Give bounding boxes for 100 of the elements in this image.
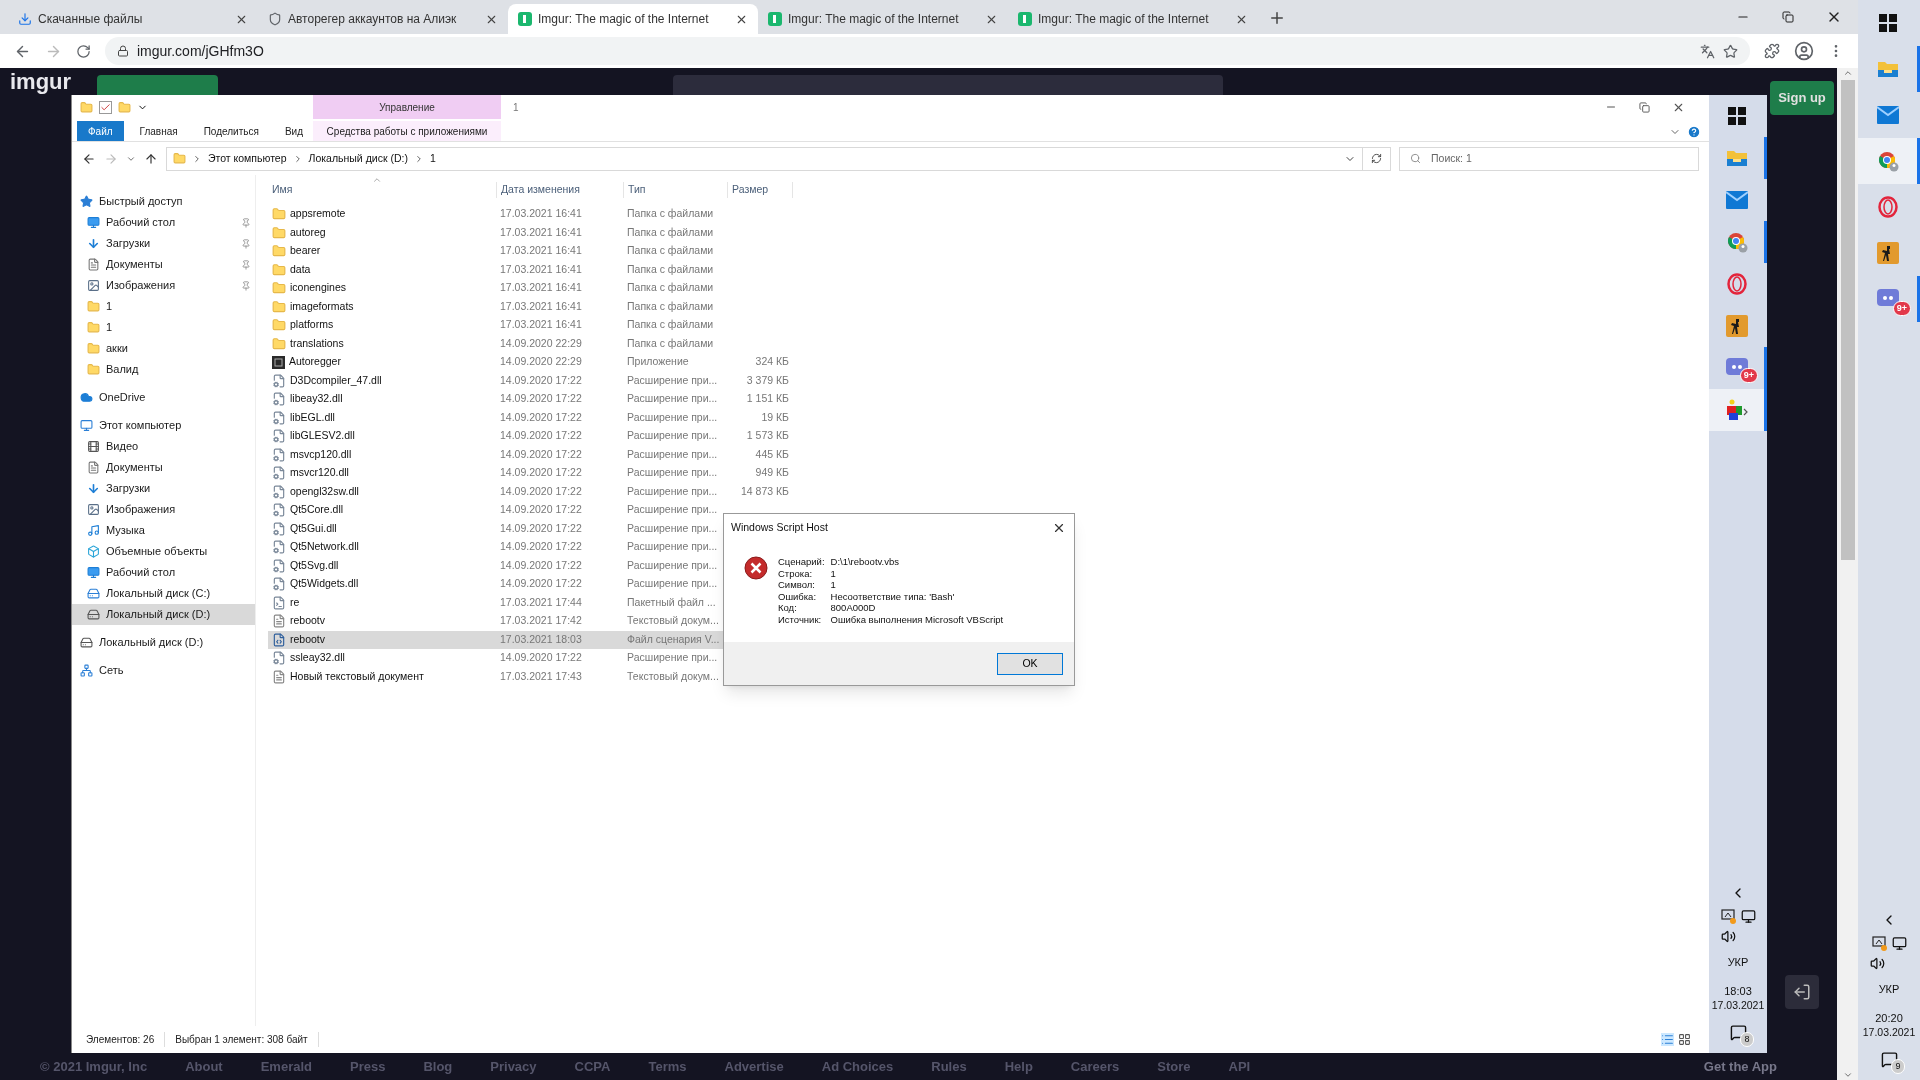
clock-time[interactable]: 20:20 (1875, 1011, 1903, 1025)
scrollbar-thumb[interactable] (1840, 80, 1855, 560)
nav-item[interactable]: Рабочий стол (72, 212, 255, 233)
tiles-view-button[interactable] (1678, 1033, 1691, 1046)
restore-button[interactable] (1639, 101, 1650, 113)
file-row[interactable]: Qt5Core.dll 14.09.2020 17:22 Расширение при... (268, 501, 723, 520)
nav-item[interactable]: 1 (72, 317, 255, 338)
sign-up-button[interactable]: Sign up (1770, 81, 1834, 115)
ok-button[interactable]: OK (997, 652, 1063, 675)
network-warning-icon[interactable] (1871, 935, 1888, 951)
file-row[interactable]: translations 14.09.2020 22:29 Папка с файлами (268, 334, 723, 353)
scroll-up-icon[interactable] (1842, 68, 1853, 78)
column-header[interactable]: Дата изменения (496, 182, 623, 198)
language-indicator[interactable]: УКР (1727, 953, 1749, 970)
nav-item[interactable]: Валид (72, 359, 255, 380)
translate-icon[interactable] (1700, 43, 1715, 59)
nav-item[interactable]: Видео (72, 436, 255, 457)
extensions-icon[interactable] (1764, 43, 1780, 59)
file-row[interactable]: rebootv 17.03.2021 17:42 Текстовый докум... (268, 612, 723, 631)
exit-button[interactable] (1785, 975, 1819, 1009)
file-row[interactable]: iconengines 17.03.2021 16:41 Папка с файлами (268, 279, 723, 298)
reload-button[interactable] (76, 43, 91, 59)
column-header[interactable]: Тип (623, 182, 727, 198)
file-row[interactable]: msvcp120.dll 14.09.2020 17:22 Расширение при... (268, 445, 723, 464)
get-app-link[interactable]: Get the App (1703, 1056, 1777, 1077)
browser-tab[interactable]: Imgur: The magic of the Internet (508, 4, 758, 34)
bookmark-star-icon[interactable] (1723, 43, 1738, 59)
nav-item[interactable]: Изображения (72, 275, 255, 296)
help-icon[interactable] (1687, 125, 1701, 139)
nav-item[interactable]: Документы (72, 457, 255, 478)
clock-date[interactable]: 17.03.2021 (1862, 1025, 1916, 1039)
search-field[interactable] (673, 75, 1224, 95)
ribbon-tab[interactable]: Поделиться (193, 121, 269, 141)
file-row[interactable]: Qt5Network.dll 14.09.2020 17:22 Расширение при... (268, 538, 723, 557)
browser-tab[interactable]: Авторегер аккаунтов на Алиэк (258, 4, 508, 34)
monitor-icon[interactable] (1891, 935, 1907, 951)
breadcrumb-item[interactable]: Этот компьютер (208, 150, 287, 167)
new-tab-button[interactable] (1268, 9, 1286, 27)
file-row[interactable]: Qt5Widgets.dll 14.09.2020 17:22 Расширение при... (268, 575, 723, 594)
clock-date[interactable]: 17.03.2021 (1711, 998, 1765, 1012)
nav-item[interactable]: Изображения (72, 499, 255, 520)
nav-item[interactable]: Локальный диск (D:) (72, 604, 255, 625)
scrollbar[interactable] (1837, 68, 1858, 1080)
nav-item[interactable]: Сеть (72, 660, 255, 681)
nav-item[interactable]: Документы (72, 254, 255, 275)
nav-item[interactable]: Рабочий стол (72, 562, 255, 583)
network-warning-icon[interactable] (1720, 908, 1737, 924)
refresh-button[interactable] (1363, 146, 1391, 171)
ribbon-tab[interactable]: Вид (274, 121, 313, 141)
properties-icon[interactable] (99, 100, 112, 114)
ribbon-tab[interactable]: Средства работы с приложениями (313, 121, 501, 141)
file-row[interactable]: data 17.03.2021 16:41 Папка с файлами (268, 260, 723, 279)
nav-item[interactable]: 1 (72, 296, 255, 317)
volume-icon[interactable] (1721, 928, 1736, 944)
address-bar[interactable]: Этот компьютер Локальный диск (D:) 1 (166, 146, 1363, 171)
file-row[interactable]: platforms 17.03.2021 16:41 Папка с файлами (268, 316, 723, 335)
nav-item[interactable]: Локальный диск (C:) (72, 583, 255, 604)
clock-time[interactable]: 18:03 (1724, 984, 1752, 998)
nav-item[interactable]: Этот компьютер (72, 415, 255, 436)
file-row[interactable]: opengl32sw.dll 14.09.2020 17:22 Расширение при... (268, 482, 723, 501)
file-row[interactable]: rebootv 17.03.2021 18:03 Файл сценария V... (268, 630, 723, 649)
nav-item[interactable]: акки (72, 338, 255, 359)
file-row[interactable]: D3Dcompiler_47.dll 14.09.2020 17:22 Расширение при... (268, 371, 723, 390)
ribbon-tab[interactable]: Файл (77, 121, 124, 141)
browser-tab[interactable]: Скачанные файлы (8, 4, 258, 34)
file-row[interactable]: Новый текстовый документ 17.03.2021 17:43 Текстовый докум... (268, 667, 723, 686)
scroll-down-icon[interactable] (1842, 1070, 1853, 1080)
file-row[interactable]: Autoregger 14.09.2020 22:29 Приложение (268, 353, 723, 372)
file-row[interactable]: imageformats 17.03.2021 16:41 Папка с файлами (268, 297, 723, 316)
taskbar-app-button[interactable] (1709, 389, 1767, 431)
nav-item[interactable]: Локальный диск (D:) (72, 632, 255, 653)
file-row[interactable]: Qt5Svg.dll 14.09.2020 17:22 Расширение при... (268, 556, 723, 575)
file-row[interactable]: Qt5Gui.dll 14.09.2020 17:22 Расширение при... (268, 519, 723, 538)
file-row[interactable]: libEGL.dll 14.09.2020 17:22 Расширение при... (268, 408, 723, 427)
nav-item[interactable]: OneDrive (72, 387, 255, 408)
file-row[interactable]: bearer 17.03.2021 16:41 Папка с файлами (268, 242, 723, 261)
file-row[interactable]: re 17.03.2021 17:44 Пакетный файл ... (268, 593, 723, 612)
column-header[interactable]: Имя (268, 182, 496, 198)
monitor-icon[interactable] (1740, 908, 1756, 924)
site-logo[interactable]: imgur (10, 70, 72, 93)
breadcrumb-item[interactable]: Локальный диск (D:) (308, 150, 408, 167)
column-header[interactable]: Размер (727, 182, 793, 198)
breadcrumb-item[interactable]: 1 (429, 150, 436, 167)
browser-tab[interactable]: Imgur: The magic of the Internet (758, 4, 1008, 34)
browser-tab[interactable]: Imgur: The magic of the Internet (1008, 4, 1258, 34)
file-row[interactable]: msvcr120.dll 14.09.2020 17:22 Расширение при... (268, 464, 723, 483)
nav-item[interactable]: Загрузки (72, 478, 255, 499)
nav-item[interactable]: Объемные объекты (72, 541, 255, 562)
details-view-button[interactable] (1661, 1033, 1674, 1046)
close-button[interactable] (1052, 521, 1066, 535)
nav-item[interactable]: Музыка (72, 520, 255, 541)
language-indicator[interactable]: УКР (1878, 980, 1900, 997)
search-field[interactable]: Поиск: 1 (1399, 146, 1699, 171)
profile-icon[interactable] (1794, 41, 1814, 61)
ribbon-tab[interactable]: Главная (129, 121, 188, 141)
back-button[interactable] (82, 151, 96, 166)
file-row[interactable]: autoreg 17.03.2021 16:41 Папка с файлами (268, 223, 723, 242)
file-row[interactable]: libGLESV2.dll 14.09.2020 17:22 Расширение при... (268, 427, 723, 446)
taskbar-app-button[interactable]: 9+ (1858, 276, 1920, 322)
file-row[interactable]: libeay32.dll 14.09.2020 17:22 Расширение при... (268, 390, 723, 409)
